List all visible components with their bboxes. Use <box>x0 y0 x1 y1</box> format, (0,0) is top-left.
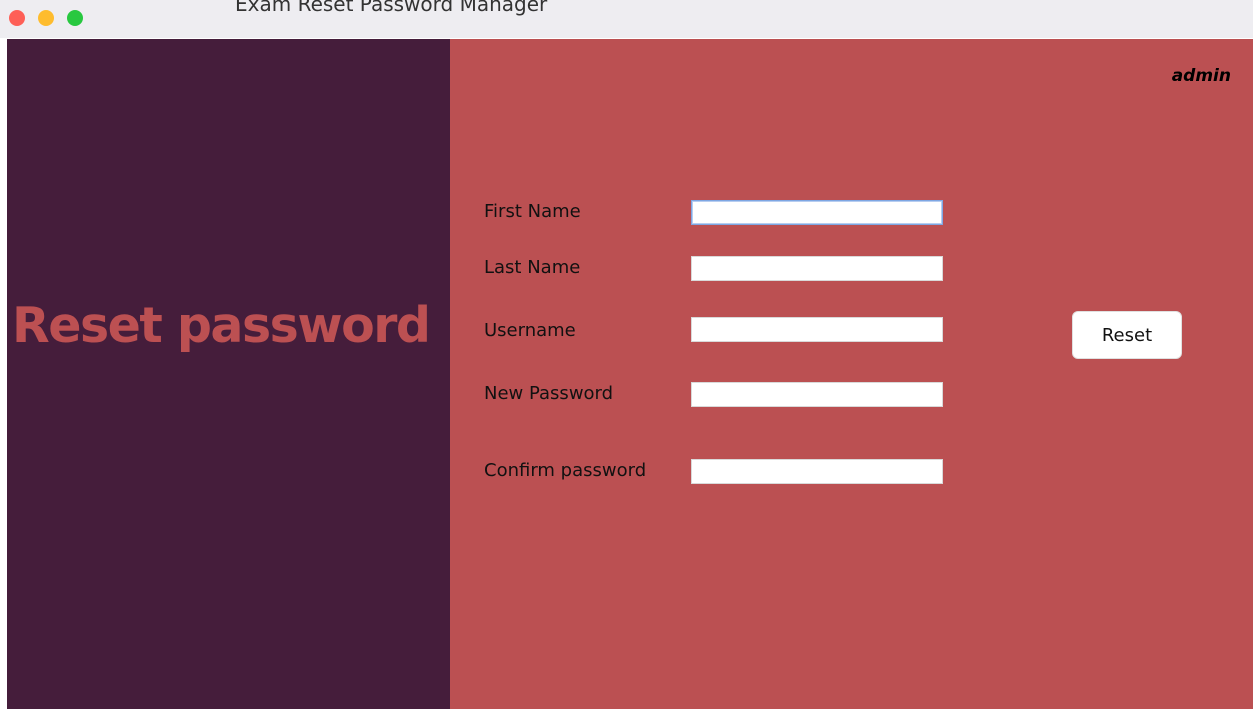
username-label: Username <box>484 320 576 341</box>
confirm-password-label: Confirm password <box>484 460 647 481</box>
new-password-input[interactable] <box>691 382 943 407</box>
current-user-label: admin <box>1171 66 1231 86</box>
last-name-input[interactable] <box>691 256 943 281</box>
app-window: Exam Reset Password Manager Reset passwo… <box>0 0 1253 709</box>
form-panel: admin First Name Last Name Username New … <box>450 39 1253 709</box>
new-password-label: New Password <box>484 383 614 404</box>
reset-button[interactable]: Reset <box>1072 311 1182 359</box>
username-input[interactable] <box>691 317 943 342</box>
first-name-label: First Name <box>484 201 581 222</box>
close-window-icon[interactable] <box>9 10 25 26</box>
minimize-window-icon[interactable] <box>38 10 54 26</box>
window-titlebar[interactable]: Exam Reset Password Manager <box>0 0 1253 38</box>
confirm-password-input[interactable] <box>691 459 943 484</box>
window-title: Exam Reset Password Manager <box>235 0 548 16</box>
last-name-label: Last Name <box>484 257 581 278</box>
maximize-window-icon[interactable] <box>67 10 83 26</box>
page-title: Reset password <box>12 297 431 354</box>
sidebar-panel: Reset password <box>7 39 450 709</box>
first-name-input[interactable] <box>691 200 943 225</box>
